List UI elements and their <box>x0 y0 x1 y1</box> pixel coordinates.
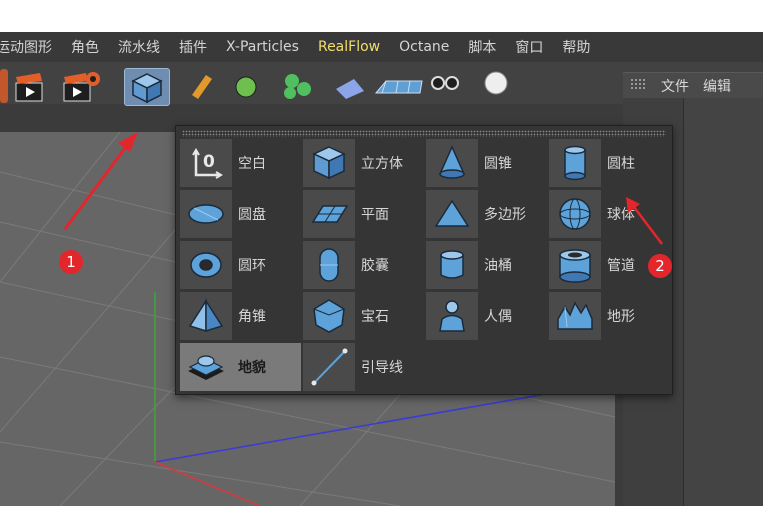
menu-item-torus[interactable]: 圆环 <box>180 241 301 289</box>
null-object-icon: 0 <box>192 148 223 179</box>
capsule-icon <box>319 248 339 282</box>
plane-icon <box>311 205 349 223</box>
menu-item-label: 地形 <box>607 309 635 325</box>
deformer-button[interactable] <box>330 69 366 103</box>
menu-item-label: 圆柱 <box>607 156 635 172</box>
sphere-icon <box>559 198 591 230</box>
cube-object-button[interactable] <box>124 68 170 106</box>
menu-script[interactable]: 脚本 <box>468 37 496 57</box>
render-region-button[interactable] <box>0 69 8 103</box>
menu-file[interactable]: 文件 <box>661 76 689 96</box>
annotation-badge-1: 1 <box>59 250 83 274</box>
clapper-gear-icon <box>63 72 100 102</box>
subdivision-button[interactable] <box>232 69 268 103</box>
render-view-button[interactable] <box>12 69 48 103</box>
tube-icon <box>559 249 591 283</box>
oil-tank-icon <box>440 250 464 279</box>
annotation-badge-2: 2 <box>648 254 672 278</box>
render-settings-button[interactable] <box>62 69 100 103</box>
menu-mograph[interactable]: 运动图形 <box>0 37 52 57</box>
menu-item-gem[interactable]: 宝石 <box>303 292 424 340</box>
deformer-icon <box>336 79 364 99</box>
menu-item-label: 地貌 <box>238 360 266 376</box>
menu-realflow[interactable]: RealFlow <box>318 39 380 55</box>
primitive-object-menu: 0 空白 圆盘 圆环 角锥 地貌 立方体 平面 胶囊 宝石 引导线 圆锥 多边形… <box>175 125 673 395</box>
menu-item-plane[interactable]: 平面 <box>303 190 424 238</box>
menu-item-guide-line[interactable]: 引导线 <box>303 343 424 391</box>
menu-character[interactable]: 角色 <box>71 37 99 57</box>
camera-icon <box>431 76 459 90</box>
menu-item-cube[interactable]: 立方体 <box>303 139 424 187</box>
popup-grip-handle[interactable] <box>182 130 666 137</box>
menu-item-label: 多边形 <box>484 207 526 223</box>
pyramid-icon <box>188 298 224 333</box>
environment-button[interactable] <box>372 69 423 103</box>
floor-icon <box>374 80 423 94</box>
menu-item-oil-tank[interactable]: 油桶 <box>426 241 547 289</box>
menu-item-label: 圆环 <box>238 258 266 274</box>
clapper-icon <box>15 73 43 102</box>
menu-item-cone[interactable]: 圆锥 <box>426 139 547 187</box>
cone-icon <box>438 145 466 179</box>
menu-item-label: 圆锥 <box>484 156 512 172</box>
light-bulb-icon <box>484 71 508 95</box>
menu-plugins[interactable]: 插件 <box>179 37 207 57</box>
object-manager-header: 文件 编辑 <box>623 72 763 99</box>
menu-x-particles[interactable]: X-Particles <box>226 39 299 55</box>
menu-item-label: 立方体 <box>361 156 403 172</box>
light-button[interactable] <box>478 69 514 103</box>
cube-icon <box>131 73 163 104</box>
menu-help[interactable]: 帮助 <box>562 37 590 57</box>
cloner-icon <box>284 74 311 99</box>
menu-pipeline[interactable]: 流水线 <box>118 37 160 57</box>
pen-icon <box>192 75 212 99</box>
polygon-icon <box>434 199 470 227</box>
menu-item-polygon[interactable]: 多边形 <box>426 190 547 238</box>
landscape-icon <box>188 355 224 380</box>
menu-item-label: 油桶 <box>484 258 512 274</box>
menu-item-label: 圆盘 <box>238 207 266 223</box>
menu-item-label: 引导线 <box>361 360 403 376</box>
gem-icon <box>313 299 345 333</box>
terrain-icon <box>557 301 593 330</box>
guide-line-icon <box>311 348 348 386</box>
cube-icon <box>312 146 346 180</box>
menu-item-label: 平面 <box>361 207 389 223</box>
menu-item-label: 球体 <box>607 207 635 223</box>
menu-item-terrain[interactable]: 地形 <box>549 292 670 340</box>
subdivision-icon <box>235 76 257 98</box>
menu-item-label: 管道 <box>607 258 635 274</box>
figure-icon <box>439 300 465 332</box>
menu-item-figure[interactable]: 人偶 <box>426 292 547 340</box>
menu-item-disc[interactable]: 圆盘 <box>180 190 301 238</box>
camera-button[interactable] <box>428 69 464 103</box>
menu-bar: 运动图形 角色 流水线 插件 X-Particles RealFlow Octa… <box>0 32 763 62</box>
pen-tool-button[interactable] <box>186 69 222 103</box>
grip-icon <box>631 79 645 89</box>
menu-item-label: 胶囊 <box>361 258 389 274</box>
app-window: 运动图形 角色 流水线 插件 X-Particles RealFlow Octa… <box>0 32 763 506</box>
menu-item-label: 空白 <box>238 156 266 172</box>
torus-icon <box>190 252 222 278</box>
menu-item-null[interactable]: 0 空白 <box>180 139 301 187</box>
menu-octane[interactable]: Octane <box>399 39 449 55</box>
menu-item-label: 人偶 <box>484 309 512 325</box>
menu-item-cylinder[interactable]: 圆柱 <box>549 139 670 187</box>
svg-text:0: 0 <box>203 152 215 172</box>
menu-item-label: 角锥 <box>238 309 266 325</box>
disc-icon <box>188 204 224 224</box>
menu-item-pyramid[interactable]: 角锥 <box>180 292 301 340</box>
menu-item-capsule[interactable]: 胶囊 <box>303 241 424 289</box>
menu-window[interactable]: 窗口 <box>515 37 543 57</box>
menu-item-label: 宝石 <box>361 309 389 325</box>
menu-edit[interactable]: 编辑 <box>703 76 731 96</box>
menu-item-sphere[interactable]: 球体 <box>549 190 670 238</box>
cloner-button[interactable] <box>278 69 314 103</box>
cylinder-icon <box>564 145 586 181</box>
menu-item-landscape[interactable]: 地貌 <box>180 343 301 391</box>
